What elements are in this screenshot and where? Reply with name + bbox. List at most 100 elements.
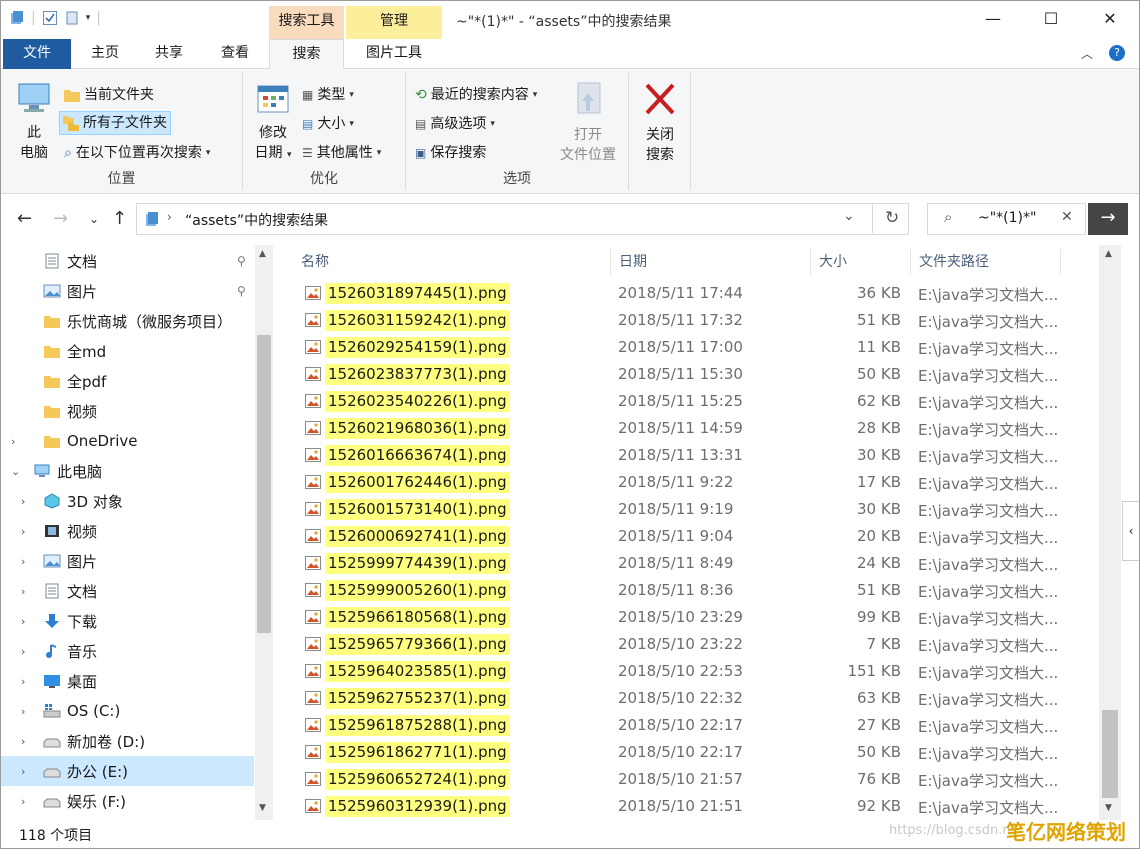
- search-again-button[interactable]: ⌕ 在以下位置再次搜索 ▾: [61, 141, 213, 165]
- advanced-options-button[interactable]: ▤ 高级选项 ▾: [412, 112, 498, 136]
- size-filter-button[interactable]: ▤ 大小 ▾: [299, 112, 357, 136]
- current-folder-button[interactable]: 当前文件夹: [61, 83, 157, 107]
- file-row[interactable]: 1525960652724(1).png 2018/5/10 21:57 76 KB…: [276, 766, 1121, 793]
- refresh-icon[interactable]: ↻: [885, 208, 899, 228]
- file-row[interactable]: 1525965779366(1).png 2018/5/10 23:22 7 KB E…: [276, 631, 1121, 658]
- preview-pane-toggle-chevron-icon[interactable]: ‹: [1122, 501, 1139, 561]
- nav-item[interactable]: › 图片: [1, 546, 254, 576]
- column-header-date[interactable]: 日期: [611, 249, 811, 275]
- close-search-button[interactable]: 关闭 搜索: [635, 81, 685, 165]
- file-row[interactable]: 1525999774439(1).png 2018/5/11 8:49 24 KB E…: [276, 550, 1121, 577]
- expand-chevron-icon[interactable]: ›: [21, 585, 25, 598]
- breadcrumb-chevron-icon[interactable]: ›: [167, 210, 172, 224]
- tab-share[interactable]: 共享: [145, 39, 193, 69]
- file-row[interactable]: 1525964023585(1).png 2018/5/10 22:53 151 K…: [276, 658, 1121, 685]
- expand-chevron-icon[interactable]: ›: [21, 705, 25, 718]
- nav-item[interactable]: 文档 ⚲: [1, 246, 254, 276]
- expand-chevron-icon[interactable]: ›: [21, 735, 25, 748]
- nav-scroll-thumb[interactable]: [257, 335, 271, 633]
- file-row[interactable]: 1525999005260(1).png 2018/5/11 8:36 51 KB E…: [276, 577, 1121, 604]
- expand-chevron-icon[interactable]: ›: [21, 555, 25, 568]
- address-path[interactable]: “assets”中的搜索结果: [185, 210, 328, 230]
- nav-item[interactable]: › OS (C:): [1, 696, 254, 726]
- qat-customize-chevron-icon[interactable]: ▾: [86, 13, 91, 23]
- type-filter-button[interactable]: ▦ 类型 ▾: [299, 83, 357, 107]
- expand-chevron-icon[interactable]: ›: [21, 525, 25, 538]
- address-dropdown-chevron-icon[interactable]: ⌄: [843, 208, 855, 224]
- file-row[interactable]: 1525961862771(1).png 2018/5/10 22:17 50 KB…: [276, 739, 1121, 766]
- file-row[interactable]: 1526016663674(1).png 2018/5/11 13:31 30 KB…: [276, 442, 1121, 469]
- search-go-arrow-icon[interactable]: →: [1088, 203, 1128, 235]
- nav-item[interactable]: 视频: [1, 396, 254, 426]
- nav-scroll-down-icon[interactable]: ▼: [259, 803, 266, 813]
- open-file-location-button[interactable]: 打开 文件位置: [554, 81, 622, 165]
- nav-item[interactable]: 乐忧商城（微服务项目）: [1, 306, 254, 336]
- address-bar[interactable]: › “assets”中的搜索结果 ⌄ ↻: [136, 203, 909, 235]
- nav-item[interactable]: › 新加卷 (D:): [1, 726, 254, 756]
- nav-item[interactable]: 全md: [1, 336, 254, 366]
- expand-chevron-icon[interactable]: ›: [21, 795, 25, 808]
- nav-item[interactable]: › 下载: [1, 606, 254, 636]
- nav-item[interactable]: › 办公 (E:): [1, 756, 254, 786]
- pin-icon[interactable]: ⚲: [237, 284, 246, 298]
- modified-date-button[interactable]: 修改 日期 ▾: [251, 81, 295, 165]
- file-row[interactable]: 1526021968036(1).png 2018/5/11 14:59 28 KB…: [276, 415, 1121, 442]
- nav-item[interactable]: › OneDrive: [1, 426, 254, 456]
- nav-item[interactable]: › 娱乐 (F:): [1, 786, 254, 816]
- recent-searches-button[interactable]: ⟲ 最近的搜索内容 ▾: [412, 83, 540, 107]
- file-row[interactable]: 1526023837773(1).png 2018/5/11 15:30 50 KB…: [276, 361, 1121, 388]
- close-window-button[interactable]: ✕: [1081, 1, 1139, 39]
- file-row[interactable]: 1526000692741(1).png 2018/5/11 9:04 20 KB E…: [276, 523, 1121, 550]
- tab-home[interactable]: 主页: [81, 39, 129, 69]
- nav-item[interactable]: › 文档: [1, 576, 254, 606]
- column-header-size[interactable]: 大小: [811, 249, 911, 275]
- file-row[interactable]: 1526023540226(1).png 2018/5/11 15:25 62 KB…: [276, 388, 1121, 415]
- other-properties-button[interactable]: ☰ 其他属性 ▾: [299, 141, 384, 165]
- forward-arrow-icon[interactable]: →: [53, 208, 68, 229]
- nav-scroll-up-icon[interactable]: ▲: [259, 249, 266, 259]
- nav-item[interactable]: › 音乐: [1, 636, 254, 666]
- new-folder-icon[interactable]: [64, 10, 80, 26]
- file-row[interactable]: 1525961875288(1).png 2018/5/10 22:17 27 KB…: [276, 712, 1121, 739]
- column-header-name[interactable]: 名称: [293, 249, 611, 275]
- file-row[interactable]: 1526001762446(1).png 2018/5/11 9:22 17 KB E…: [276, 469, 1121, 496]
- list-scroll-up-icon[interactable]: ▲: [1105, 249, 1112, 259]
- tab-picture-tools[interactable]: 图片工具: [346, 39, 442, 69]
- collapse-chevron-icon[interactable]: ⌄: [11, 465, 20, 478]
- expand-chevron-icon[interactable]: ›: [11, 435, 15, 448]
- this-pc-button[interactable]: 此 电脑: [11, 81, 57, 163]
- expand-chevron-icon[interactable]: ›: [21, 495, 25, 508]
- list-scroll-down-icon[interactable]: ▼: [1105, 803, 1112, 813]
- nav-item[interactable]: ⌄ 此电脑: [1, 456, 254, 486]
- search-input[interactable]: ~"*(1)*": [978, 210, 1036, 226]
- minimize-button[interactable]: —: [964, 1, 1022, 39]
- file-row[interactable]: 1526029254159(1).png 2018/5/11 17:00 11 KB…: [276, 334, 1121, 361]
- back-arrow-icon[interactable]: ←: [17, 208, 32, 229]
- nav-item[interactable]: › 3D 对象: [1, 486, 254, 516]
- file-list-scrollbar[interactable]: ▲ ▼: [1099, 245, 1121, 820]
- expand-chevron-icon[interactable]: ›: [21, 765, 25, 778]
- search-box[interactable]: ⌕ ~"*(1)*" ✕: [927, 203, 1086, 235]
- file-row[interactable]: 1526031897445(1).png 2018/5/11 17:44 36 KB…: [276, 280, 1121, 307]
- expand-chevron-icon[interactable]: ›: [21, 675, 25, 688]
- nav-item[interactable]: 全pdf: [1, 366, 254, 396]
- file-row[interactable]: 1526001573140(1).png 2018/5/11 9:19 30 KB E…: [276, 496, 1121, 523]
- expand-chevron-icon[interactable]: ›: [21, 615, 25, 628]
- file-row[interactable]: 1525960312939(1).png 2018/5/10 21:51 92 KB…: [276, 793, 1121, 820]
- expand-chevron-icon[interactable]: ›: [21, 645, 25, 658]
- save-search-button[interactable]: ▣ 保存搜索: [412, 141, 489, 165]
- tab-file[interactable]: 文件: [3, 39, 71, 69]
- maximize-button[interactable]: ☐: [1022, 1, 1080, 39]
- nav-scrollbar[interactable]: ▲ ▼: [255, 245, 273, 820]
- all-subfolders-button[interactable]: 所有子文件夹: [59, 111, 171, 135]
- clear-search-icon[interactable]: ✕: [1061, 209, 1073, 225]
- collapse-ribbon-chevron-icon[interactable]: ︿: [1081, 45, 1093, 62]
- up-arrow-icon[interactable]: ↑: [112, 208, 127, 229]
- column-header-folder-path[interactable]: 文件夹路径: [911, 249, 1061, 275]
- tab-view[interactable]: 查看: [211, 39, 259, 69]
- file-row[interactable]: 1526031159242(1).png 2018/5/11 17:32 51 KB…: [276, 307, 1121, 334]
- file-row[interactable]: 1525962755237(1).png 2018/5/10 22:32 63 KB…: [276, 685, 1121, 712]
- tab-search[interactable]: 搜索: [269, 39, 344, 70]
- properties-check-icon[interactable]: [42, 10, 58, 26]
- file-row[interactable]: 1525966180568(1).png 2018/5/10 23:29 99 KB…: [276, 604, 1121, 631]
